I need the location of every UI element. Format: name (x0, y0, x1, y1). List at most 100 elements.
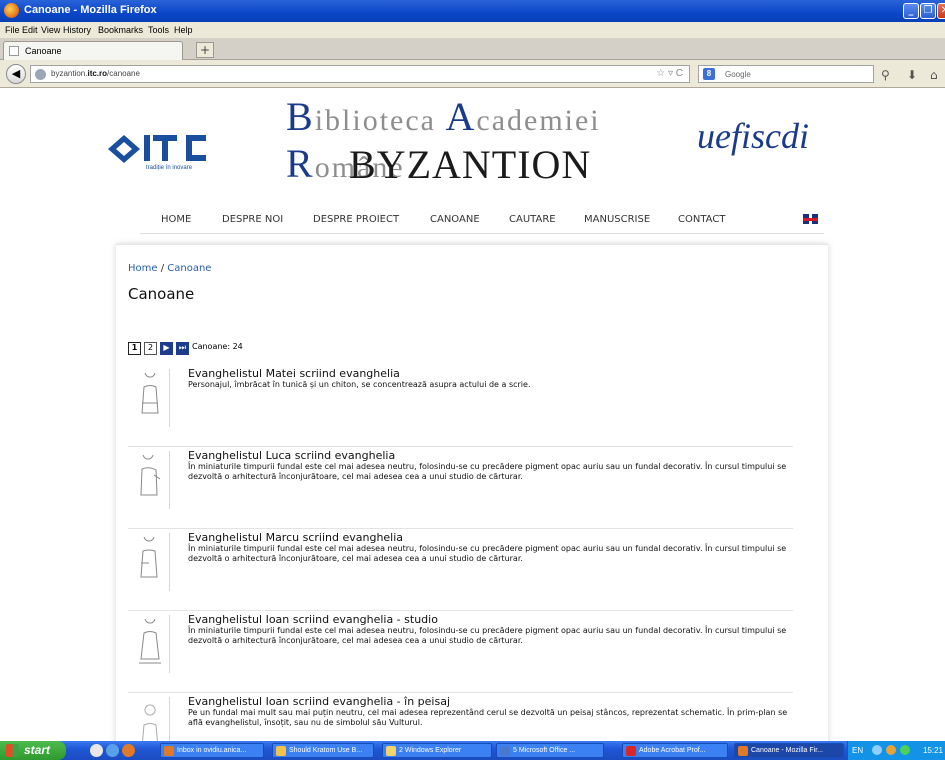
menu-file[interactable]: File (5, 25, 20, 35)
menu-edit[interactable]: Edit (22, 25, 38, 35)
english-flag-icon[interactable] (803, 214, 818, 224)
content-panel: Home / Canoane Canoane 1 2 ▶ ⏭ Canoane: … (116, 244, 828, 741)
tab-canoane[interactable]: Canoane (3, 41, 183, 60)
taskbar-item-inbox[interactable]: Inbox in ovidiu.anica... (160, 743, 264, 758)
tray-icon[interactable] (900, 745, 910, 755)
quicklaunch-chrome-icon[interactable] (90, 744, 103, 757)
nav-canoane[interactable]: CANOANE (430, 214, 480, 225)
item-description: În miniaturile timpurii fundal este cel … (188, 544, 787, 563)
taskbar-item-kratom[interactable]: Should Kratom Use B... (272, 743, 374, 758)
quicklaunch-firefox-icon[interactable] (122, 744, 135, 757)
list-item[interactable]: Evanghelistul Ioan scriind evanghelia - … (128, 695, 793, 741)
taskbar-item-office[interactable]: 5 Microsoft Office ... (496, 743, 604, 758)
itc-logo[interactable]: tradiție în inovare (106, 129, 216, 179)
uefiscdi-logo[interactable]: uefiscdi (697, 115, 809, 157)
miniature-thumbnail[interactable] (132, 369, 170, 427)
web-page: tradiție în inovare Biblioteca Academiei… (0, 89, 945, 741)
firefox-icon (738, 746, 748, 756)
breadcrumb-home[interactable]: Home (128, 263, 158, 274)
item-title[interactable]: Evanghelistul Luca scriind evanghelia (188, 449, 395, 462)
nav-contact[interactable]: CONTACT (678, 214, 725, 225)
item-description: În miniaturile timpurii fundal este cel … (188, 462, 787, 481)
url-bar[interactable]: byzantion.itc.ro/canoane ☆ ▿ C (30, 65, 690, 83)
miniature-thumbnail[interactable] (132, 615, 170, 673)
menu-tools[interactable]: Tools (148, 25, 169, 35)
list-item[interactable]: Evanghelistul Ioan scriind evanghelia - … (128, 613, 793, 693)
acrobat-icon (626, 746, 636, 756)
window-title: Canoane - Mozilla Firefox (24, 4, 157, 16)
item-description: Personajul, îmbrăcat în tunică și un chi… (188, 380, 531, 389)
page-2-button[interactable]: 2 (144, 342, 157, 355)
nav-divider (140, 233, 824, 234)
nav-home[interactable]: HOME (161, 214, 191, 225)
canoane-count: Canoane: 24 (192, 342, 243, 351)
close-button[interactable]: ✕ (937, 3, 945, 19)
item-title[interactable]: Evanghelistul Ioan scriind evanghelia - … (188, 613, 438, 626)
new-tab-button[interactable]: + (196, 42, 214, 58)
menu-help[interactable]: Help (174, 25, 193, 35)
download-icon[interactable]: ⬇ (907, 68, 917, 82)
list-item[interactable]: Evanghelistul Marcu scriind evanghelia Î… (128, 531, 793, 611)
tray-icon[interactable] (886, 745, 896, 755)
language-indicator[interactable]: EN (852, 746, 863, 755)
list-item[interactable]: Evanghelistul Matei scriind evanghelia P… (128, 367, 793, 447)
menu-bookmarks[interactable]: Bookmarks (98, 25, 143, 35)
menu-bar: File Edit View History Bookmarks Tools H… (0, 22, 945, 38)
search-engine-icon[interactable]: 8 (703, 68, 715, 80)
next-page-icon[interactable]: ▶ (160, 342, 173, 355)
item-title[interactable]: Evanghelistul Ioan scriind evanghelia - … (188, 695, 450, 708)
nav-cautare[interactable]: CAUTARE (509, 214, 556, 225)
firefox-icon (4, 3, 19, 18)
itc-tagline: tradiție în inovare (146, 165, 193, 171)
search-icon[interactable]: ⚲ (881, 68, 890, 82)
system-tray: EN 15:21 (847, 741, 945, 760)
miniature-thumbnail[interactable] (132, 533, 170, 591)
maximize-button[interactable]: ❐ (920, 3, 936, 19)
menu-view[interactable]: View (41, 25, 60, 35)
brand-title[interactable]: BYZANTION (349, 141, 591, 188)
page-favicon-icon (9, 46, 19, 56)
last-page-icon[interactable]: ⏭ (176, 342, 189, 355)
quicklaunch-ie-icon[interactable] (106, 744, 119, 757)
taskbar-item-firefox[interactable]: Canoane - Mozilla Fir... (734, 743, 844, 758)
tab-label: Canoane (25, 46, 62, 56)
page-title: Canoane (128, 285, 195, 303)
item-title[interactable]: Evanghelistul Matei scriind evanghelia (188, 367, 400, 380)
home-icon[interactable]: ⌂ (930, 68, 938, 82)
globe-icon (35, 69, 46, 80)
search-placeholder: Google (725, 70, 751, 79)
breadcrumb: Home / Canoane (128, 263, 212, 274)
nav-despre-proiect[interactable]: DESPRE PROIECT (313, 214, 399, 225)
back-button[interactable]: ◀ (6, 64, 26, 84)
clock[interactable]: 15:21 (923, 746, 943, 755)
item-description: Pe un fundal mai mult sau mai puțin neut… (188, 708, 788, 727)
menu-history[interactable]: History (63, 25, 91, 35)
tab-bar: Canoane + (0, 38, 945, 60)
miniature-thumbnail[interactable] (132, 697, 170, 741)
nav-manuscrise[interactable]: MANUSCRISE (584, 214, 650, 225)
taskbar-item-acrobat[interactable]: Adobe Acrobat Prof... (622, 743, 728, 758)
page-1-button[interactable]: 1 (128, 342, 141, 355)
office-icon (500, 746, 510, 756)
taskbar-item-explorer[interactable]: 2 Windows Explorer (382, 743, 492, 758)
folder-icon (386, 746, 396, 756)
nav-despre-noi[interactable]: DESPRE NOI (222, 214, 283, 225)
firefox-icon (164, 746, 174, 756)
url-controls[interactable]: ☆ ▿ C (656, 68, 683, 79)
item-title[interactable]: Evanghelistul Marcu scriind evanghelia (188, 531, 403, 544)
windows-taskbar: start Inbox in ovidiu.anica... Should Kr… (0, 741, 945, 760)
item-description: În miniaturile timpurii fundal este cel … (188, 626, 787, 645)
itc-logo-graphic (108, 135, 206, 163)
windows-logo-icon (6, 744, 19, 757)
start-button[interactable]: start (0, 741, 66, 760)
window-titlebar[interactable]: Canoane - Mozilla Firefox _ ❐ ✕ (0, 0, 945, 22)
list-item[interactable]: Evanghelistul Luca scriind evanghelia În… (128, 449, 793, 529)
minimize-button[interactable]: _ (903, 3, 919, 19)
breadcrumb-current[interactable]: Canoane (167, 263, 211, 274)
main-nav: HOME DESPRE NOI DESPRE PROIECT CANOANE C… (144, 214, 824, 232)
url-text: byzantion.itc.ro/canoane (51, 69, 140, 78)
tray-icon[interactable] (872, 745, 882, 755)
miniature-thumbnail[interactable] (132, 451, 170, 509)
mail-icon (276, 746, 286, 756)
search-bar[interactable]: 8 Google (698, 65, 874, 83)
